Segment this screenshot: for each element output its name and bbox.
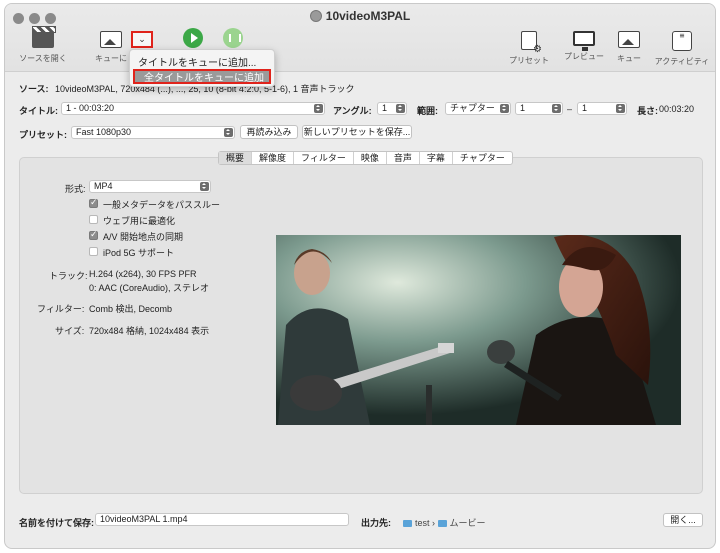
tab-summary[interactable]: 概要	[219, 152, 253, 164]
video-preview-image[interactable]	[276, 235, 681, 425]
reload-preset-button[interactable]: 再読み込み	[240, 125, 298, 139]
open-source-button[interactable]: ソースを開く	[11, 26, 75, 64]
range-type-select[interactable]: チャプター	[445, 102, 511, 115]
format-select[interactable]: MP4	[89, 180, 211, 193]
tab-video[interactable]: 映像	[354, 152, 387, 164]
tab-dimensions[interactable]: 解像度	[252, 152, 295, 164]
path-movies: ムービー	[449, 518, 486, 528]
range-start-value: 1	[520, 103, 526, 113]
disc-icon	[309, 10, 322, 22]
toolbar: 10videoM3PAL ソースを開く キューに ⌄ プリセット プレビュー キ…	[5, 4, 715, 72]
tracks-audio: 0: AAC (CoreAudio), ステレオ	[89, 283, 210, 293]
select-arrows-icon	[224, 128, 233, 137]
tracks-video: H.264 (x264), 30 FPS PFR	[89, 269, 197, 279]
title-select-value: 1 - 00:03:20	[66, 103, 115, 113]
web-optimized-label: ウェブ用に最適化	[103, 216, 176, 226]
stepper-icon	[616, 104, 625, 113]
preview-label: プレビュー	[564, 52, 604, 61]
format-value: MP4	[94, 181, 113, 191]
stepper-icon	[396, 104, 405, 113]
preview-frame	[276, 235, 681, 425]
save-filename-input[interactable]: 10videoM3PAL 1.mp4	[95, 513, 349, 526]
av-align-checkbox[interactable]	[89, 229, 98, 240]
format-label: 形式:	[65, 184, 86, 194]
angle-label: アングル:	[333, 106, 372, 116]
start-encode-button[interactable]	[183, 28, 203, 48]
tab-chapters[interactable]: チャプター	[453, 152, 512, 164]
tracks-label: トラック:	[49, 271, 88, 281]
folder-icon	[403, 520, 412, 527]
passthru-metadata-label: 一般メタデータをパススルー	[103, 200, 221, 210]
destination-label: 出力先:	[361, 518, 391, 528]
range-start-stepper[interactable]: 1	[515, 102, 563, 115]
angle-value: 1	[382, 103, 388, 113]
path-test: test	[415, 518, 430, 528]
save-new-preset-button[interactable]: 新しいプリセットを保存...	[302, 125, 412, 139]
chevron-down-icon: ⌄	[138, 34, 146, 44]
size-label: サイズ:	[55, 326, 85, 336]
preset-label: プリセット:	[19, 130, 67, 140]
browse-button[interactable]: 開く...	[663, 513, 703, 527]
presets-label: プリセット	[509, 56, 549, 65]
range-type-value: チャプター	[450, 103, 495, 113]
ipod-support-label: iPod 5G サポート	[103, 248, 175, 258]
clapperboard-icon	[32, 26, 56, 48]
filters-label: フィルター:	[37, 304, 85, 314]
app-window: 10videoM3PAL ソースを開く キューに ⌄ プリセット プレビュー キ…	[4, 3, 716, 549]
title-label: タイトル:	[19, 106, 58, 116]
tab-filters[interactable]: フィルター	[294, 152, 354, 164]
queue-button[interactable]: キュー	[611, 31, 647, 64]
select-arrows-icon	[314, 104, 323, 113]
add-to-queue-button[interactable]: キューに	[91, 31, 131, 64]
presets-button[interactable]: プリセット	[509, 31, 549, 66]
select-arrows-icon	[500, 104, 509, 113]
preset-value: Fast 1080p30	[76, 127, 132, 137]
angle-stepper[interactable]: 1	[377, 102, 407, 115]
add-to-queue-label: キューに	[95, 54, 127, 63]
title-select[interactable]: 1 - 00:03:20	[61, 102, 325, 115]
activity-log-icon: ≡	[672, 31, 692, 51]
folder-icon	[437, 520, 447, 527]
source-label: ソース:	[19, 84, 49, 94]
range-label: 範囲:	[417, 106, 438, 116]
save-filename-value: 10videoM3PAL 1.mp4	[100, 514, 188, 524]
add-queue-dropdown-button[interactable]: ⌄	[131, 31, 153, 48]
range-end-value: 1	[582, 103, 588, 113]
ipod-support-checkbox[interactable]	[89, 247, 98, 256]
stepper-icon	[552, 104, 561, 113]
activity-label: アクティビティ	[654, 57, 710, 66]
web-optimized-checkbox[interactable]	[89, 215, 98, 224]
save-as-label: 名前を付けて保存:	[19, 518, 94, 528]
size-value: 720x484 格納, 1024x484 表示	[89, 326, 210, 336]
queue-icon	[618, 31, 640, 48]
settings-tabs: 概要 解像度 フィルター 映像 音声 字幕 チャプター	[218, 151, 513, 165]
duration-value: 00:03:20	[659, 104, 695, 114]
queue-label: キュー	[617, 54, 641, 63]
monitor-icon	[573, 31, 595, 51]
range-dash: –	[567, 104, 573, 114]
add-queue-menu: タイトルをキューに追加... 全タイトルをキューに追加	[129, 49, 275, 87]
presets-icon	[521, 31, 542, 55]
av-align-label: A/V 開始地点の同期	[103, 232, 184, 242]
activity-button[interactable]: ≡ アクティビティ	[651, 31, 713, 67]
tab-subtitles[interactable]: 字幕	[420, 152, 453, 164]
preset-select[interactable]: Fast 1080p30	[71, 126, 235, 139]
add-to-queue-icon	[100, 31, 122, 48]
duration-label: 長さ:	[637, 106, 658, 116]
passthru-metadata-checkbox[interactable]	[89, 197, 98, 208]
select-arrows-icon	[200, 182, 209, 191]
range-end-stepper[interactable]: 1	[577, 102, 627, 115]
tab-audio[interactable]: 音声	[387, 152, 420, 164]
open-source-label: ソースを開く	[19, 54, 67, 63]
menu-add-title[interactable]: タイトルをキューに追加...	[138, 54, 256, 69]
filters-value: Comb 検出, Decomb	[89, 304, 173, 314]
menu-add-all-titles[interactable]: 全タイトルをキューに追加	[133, 69, 271, 84]
pause-encode-button[interactable]	[223, 28, 243, 48]
path-separator: ›	[432, 518, 436, 528]
destination-path[interactable]: test › ムービー	[403, 516, 486, 529]
preview-button[interactable]: プレビュー	[561, 31, 607, 62]
window-title: 10videoM3PAL	[5, 9, 715, 23]
